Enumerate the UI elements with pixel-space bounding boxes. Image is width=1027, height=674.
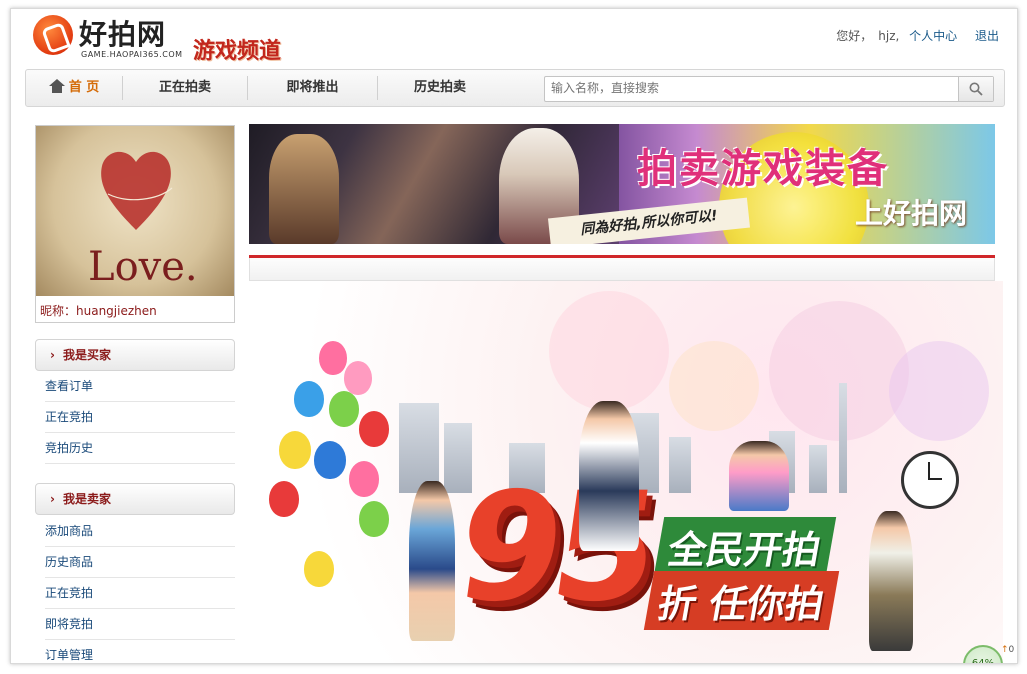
profile-link[interactable]: 个人中心	[909, 29, 957, 43]
buyer-panel-title[interactable]: › 我是买家	[35, 339, 235, 371]
nickname-value: huangjiezhen	[76, 304, 157, 318]
chevron-right-icon: ›	[50, 492, 55, 506]
seller-menu-history[interactable]: 历史商品	[45, 547, 235, 578]
seller-panel-label: 我是卖家	[62, 492, 111, 506]
nav-coming-soon[interactable]: 即将推出	[248, 70, 377, 106]
banner-subline: 上好拍网	[855, 197, 968, 230]
balloon-image	[269, 481, 299, 517]
nickname-row: 昵称：huangjiezhen	[40, 302, 157, 319]
seller-menu-add[interactable]: 添加商品	[45, 516, 235, 547]
balloon-image	[294, 381, 324, 417]
seller-panel-title[interactable]: › 我是卖家	[35, 483, 235, 515]
greeting-text: 您好，	[836, 29, 873, 43]
arrow-up-icon: ↑	[1001, 645, 1009, 655]
clock-icon	[901, 451, 959, 509]
nav-auction-history[interactable]: 历史拍卖	[378, 70, 502, 106]
person-image	[409, 481, 455, 641]
performance-side-value: 0	[1008, 645, 1015, 655]
person-image	[579, 401, 639, 551]
nav-auction-live[interactable]: 正在拍卖	[123, 70, 247, 106]
balloon-image	[304, 551, 334, 587]
search-icon	[969, 82, 983, 96]
person-image	[869, 511, 913, 651]
section-strip	[249, 258, 995, 281]
logo-domain: GAME.HAOPAI365.COM	[81, 50, 183, 59]
banner-promo[interactable]: 95 全民开拍 折 任你拍	[249, 281, 1003, 663]
user-profile-card: Love. 昵称：huangjiezhen	[35, 125, 235, 323]
balloon-image	[329, 391, 359, 427]
buyer-menu-bidding[interactable]: 正在竞拍	[45, 402, 235, 433]
seller-menu-upcoming[interactable]: 即将竞拍	[45, 609, 235, 640]
person-image	[729, 441, 789, 511]
balloon-image	[359, 501, 389, 537]
logout-link[interactable]: 退出	[975, 29, 999, 43]
bokeh-decor	[549, 291, 669, 411]
home-icon	[48, 79, 65, 93]
bokeh-decor	[669, 341, 759, 431]
seller-menu-bidding[interactable]: 正在竞拍	[45, 578, 235, 609]
main-nav: 首 页 正在拍卖 即将推出 历史拍卖	[25, 69, 1005, 107]
chevron-right-icon: ›	[50, 348, 55, 362]
banner-headline: 拍卖游戏装备	[637, 146, 889, 192]
heart-icon	[101, 151, 173, 230]
buyer-menu-history[interactable]: 竞拍历史	[45, 433, 235, 464]
banner-warrior-image	[269, 134, 339, 244]
banner-game-gear[interactable]: 拍卖游戏装备 上好拍网 同為好拍,所以你可以!	[249, 124, 995, 244]
search-box	[544, 76, 994, 102]
balloon-image	[279, 431, 311, 469]
avatar-caption: Love.	[88, 244, 198, 290]
seller-menu-orders[interactable]: 订单管理	[45, 640, 235, 663]
building-image	[669, 437, 691, 493]
building-image	[399, 403, 439, 493]
site-logo[interactable]: 好拍网 GAME.HAOPAI365.COM 游戏频道	[31, 13, 291, 64]
top-user-links: 您好， hjz, 个人中心 退出	[830, 27, 999, 44]
balloon-image	[349, 461, 379, 497]
building-image	[809, 445, 827, 493]
buyer-panel-label: 我是买家	[62, 348, 111, 362]
nav-home-label: 首 页	[68, 80, 100, 95]
buyer-menu-orders[interactable]: 查看订单	[45, 371, 235, 402]
logo-channel: 游戏频道	[193, 39, 282, 64]
balloon-image	[359, 411, 389, 447]
balloon-image	[314, 441, 346, 479]
nav-home[interactable]: 首 页	[26, 70, 122, 106]
promo-line-1: 全民开拍	[653, 517, 837, 576]
balloon-image	[319, 341, 347, 375]
balloon-image	[344, 361, 372, 395]
search-input[interactable]	[545, 77, 961, 99]
performance-side: ↑0	[1001, 645, 1017, 663]
search-button[interactable]	[958, 77, 993, 101]
avatar[interactable]: Love.	[36, 126, 234, 296]
bokeh-decor	[889, 341, 989, 441]
logo-mark-icon	[33, 15, 73, 55]
username-text: hjz,	[878, 29, 900, 43]
logo-brand: 好拍网	[79, 18, 167, 51]
nickname-label: 昵称：	[40, 304, 77, 318]
page-frame: 好拍网 GAME.HAOPAI365.COM 游戏频道 您好， hjz, 个人中心…	[10, 8, 1018, 664]
promo-line-2: 折 任你拍	[643, 571, 840, 630]
tower-image	[839, 383, 847, 493]
